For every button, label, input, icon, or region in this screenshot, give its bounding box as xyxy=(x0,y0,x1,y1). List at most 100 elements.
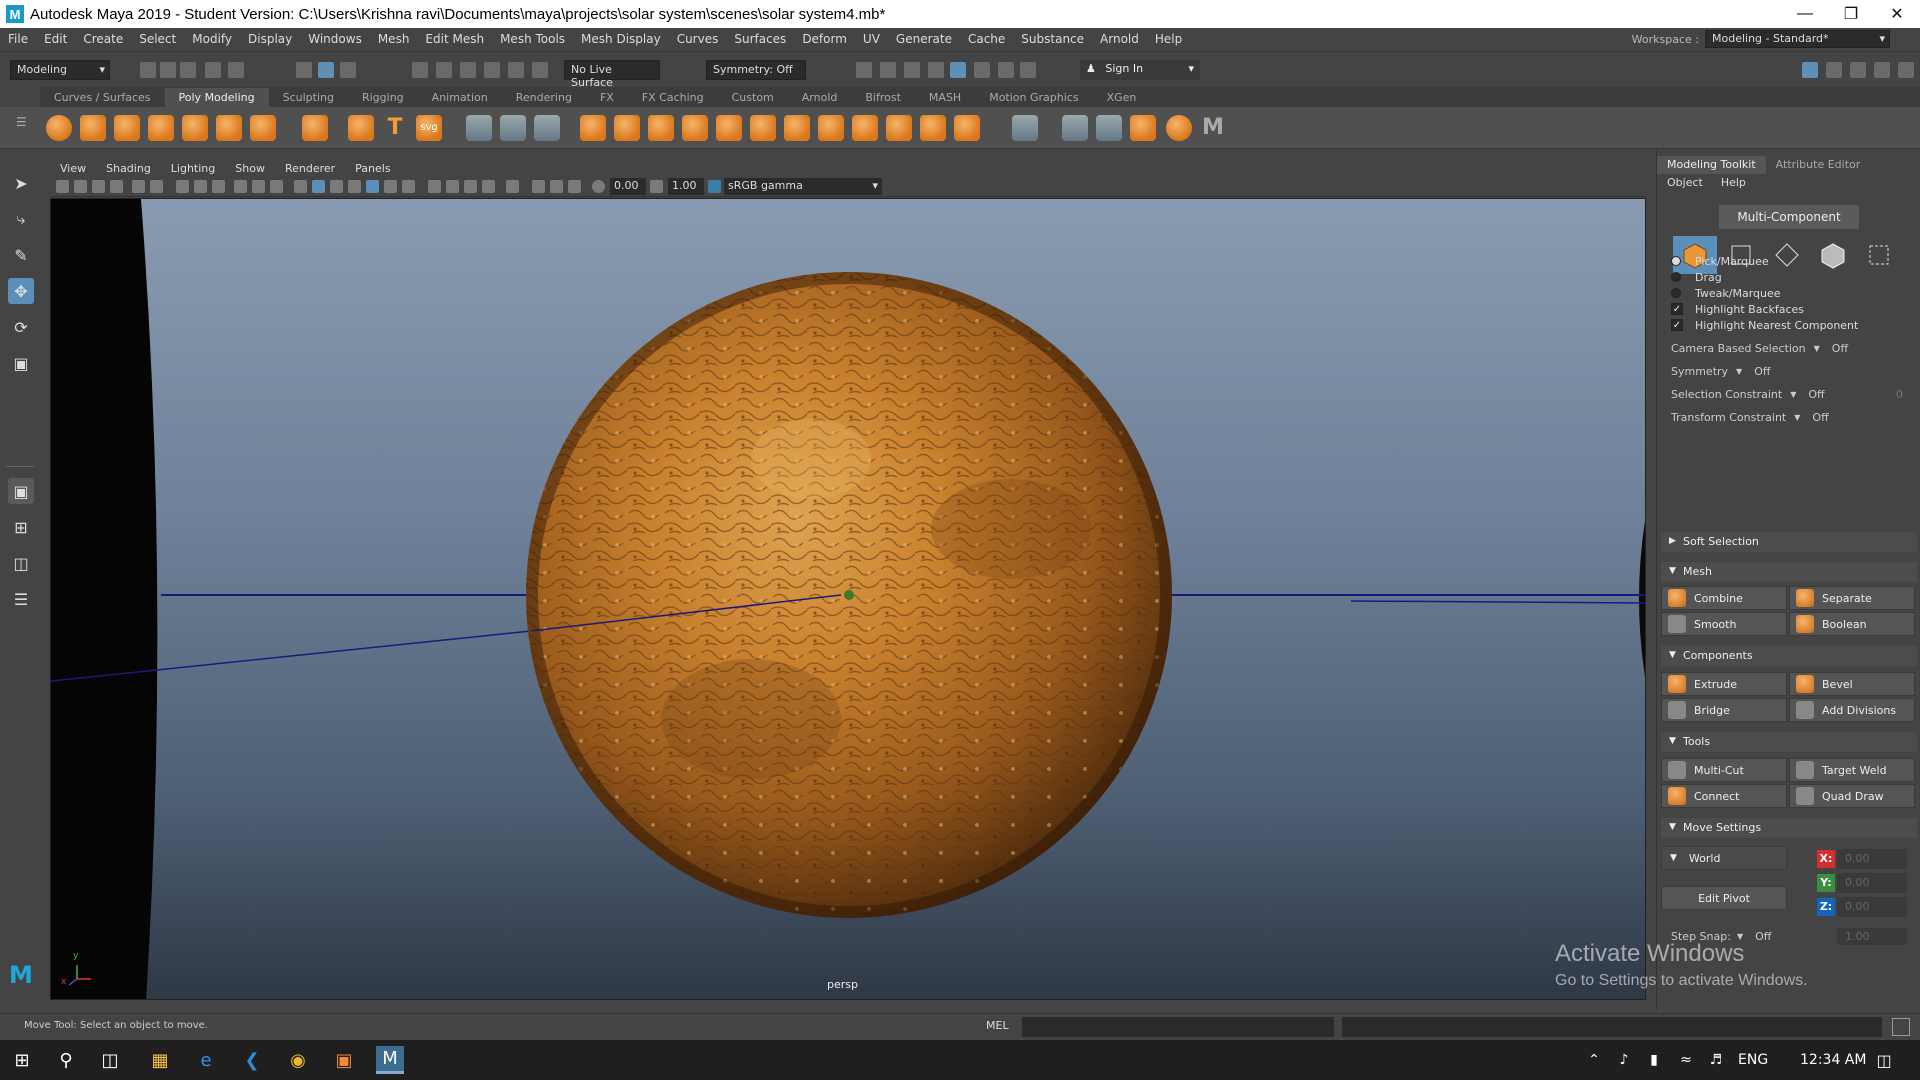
menu-uv[interactable]: UV xyxy=(855,32,888,46)
clock[interactable]: 12:34 AM xyxy=(1800,1052,1866,1068)
menu-curves[interactable]: Curves xyxy=(669,32,727,46)
shelf-tab-rigging[interactable]: Rigging xyxy=(348,88,418,107)
option-highlight-nearest-component[interactable]: ✓ Highlight Nearest Component xyxy=(1671,316,1858,334)
resolution-gate-icon[interactable] xyxy=(212,180,225,193)
modeling-toolkit-toggle-icon[interactable] xyxy=(1802,62,1818,78)
maya-m-icon[interactable]: M xyxy=(1200,115,1226,141)
vscode-icon[interactable]: ❮ xyxy=(238,1046,266,1074)
viewport-menu-shading[interactable]: Shading xyxy=(96,162,161,175)
ipr-render-icon[interactable] xyxy=(880,62,896,78)
move-pivot-icon[interactable] xyxy=(466,115,492,141)
sphere-material-icon[interactable] xyxy=(1166,115,1192,141)
render-settings-icon[interactable] xyxy=(904,62,920,78)
move-settings-section[interactable]: ▼ Move Settings xyxy=(1661,818,1917,838)
quadrangulate-icon[interactable] xyxy=(954,115,980,141)
save-scene-icon[interactable] xyxy=(180,62,196,78)
reduce-icon[interactable] xyxy=(886,115,912,141)
safe-action-icon[interactable] xyxy=(270,180,283,193)
prop-extra-value[interactable]: 0 xyxy=(1896,388,1903,401)
single-perspective-layout-icon[interactable]: ▣ xyxy=(8,478,34,504)
xray-icon[interactable] xyxy=(532,180,545,193)
pause-icon[interactable] xyxy=(1020,62,1036,78)
depth-of-field-icon[interactable] xyxy=(482,180,495,193)
y-value-field[interactable]: 0.00 xyxy=(1837,873,1907,893)
combine-button[interactable]: Combine xyxy=(1661,586,1787,610)
shelf-tab-poly-modeling[interactable]: Poly Modeling xyxy=(164,88,269,107)
image-plane-icon[interactable] xyxy=(110,180,123,193)
tool-settings-toggle-icon[interactable] xyxy=(1850,62,1866,78)
file-explorer-icon[interactable]: ▦ xyxy=(146,1046,174,1074)
symmetry-dropdown[interactable]: Symmetry: Off xyxy=(706,60,806,80)
menu-surfaces[interactable]: Surfaces xyxy=(726,32,794,46)
ambient-occlusion-icon[interactable] xyxy=(428,180,441,193)
menu-edit[interactable]: Edit xyxy=(36,32,75,46)
uv-editor-icon[interactable] xyxy=(1130,115,1156,141)
shelf-tab-curves-surfaces[interactable]: Curves / Surfaces xyxy=(40,88,165,107)
menu-object[interactable]: Object xyxy=(1667,176,1703,189)
shelf-tab-motion-graphics[interactable]: Motion Graphics xyxy=(975,88,1092,107)
chrome-icon[interactable]: ◉ xyxy=(284,1046,312,1074)
auto-uv-icon[interactable] xyxy=(1096,115,1122,141)
four-view-layout-icon[interactable]: ⊞ xyxy=(8,514,34,540)
menu-select[interactable]: Select xyxy=(131,32,184,46)
quad-draw-button[interactable]: Quad Draw xyxy=(1789,784,1915,808)
tools-section[interactable]: ▼ Tools xyxy=(1661,732,1917,752)
menu-generate[interactable]: Generate xyxy=(888,32,960,46)
maya-taskbar-icon[interactable]: M xyxy=(376,1046,404,1074)
shelf-tab-xgen[interactable]: XGen xyxy=(1093,88,1151,107)
face-mode-icon[interactable] xyxy=(1811,236,1855,274)
boolean-button[interactable]: Boolean xyxy=(1789,612,1915,636)
windows-start-icon[interactable]: ⊞ xyxy=(8,1046,36,1074)
tab-modeling-toolkit[interactable]: Modeling Toolkit xyxy=(1657,156,1766,174)
poly-plane-icon[interactable] xyxy=(216,115,242,141)
smooth-button[interactable]: Smooth xyxy=(1661,612,1787,636)
shelf-tab-arnold[interactable]: Arnold xyxy=(788,88,852,107)
viewport-menu-renderer[interactable]: Renderer xyxy=(275,162,345,175)
view-transform-dropdown[interactable]: sRGB gamma ▾ xyxy=(724,178,882,195)
select-tool-icon[interactable]: ➤ xyxy=(8,170,34,196)
lasso-tool-icon[interactable]: ⤷ xyxy=(8,206,34,232)
camera-attributes-icon[interactable] xyxy=(74,180,87,193)
field-chart-icon[interactable] xyxy=(252,180,265,193)
persp-outliner-layout-icon[interactable]: ◫ xyxy=(8,550,34,576)
poly-sphere-icon[interactable] xyxy=(46,115,72,141)
gamma-field[interactable]: 1.00 xyxy=(668,178,704,195)
film-gate-icon[interactable] xyxy=(194,180,207,193)
shelf-tab-mash[interactable]: MASH xyxy=(915,88,975,107)
render-view-icon[interactable] xyxy=(950,62,966,78)
bookmarks-icon[interactable] xyxy=(92,180,105,193)
smooth-shade-icon[interactable] xyxy=(312,180,325,193)
edge-mode-icon[interactable] xyxy=(1765,236,1809,274)
layer-editor-toggle-icon[interactable] xyxy=(1898,62,1914,78)
snap-rotate-icon[interactable] xyxy=(532,62,548,78)
separate-button[interactable]: Separate xyxy=(1789,586,1915,610)
menu-substance[interactable]: Substance xyxy=(1013,32,1092,46)
new-scene-icon[interactable] xyxy=(140,62,156,78)
wireframe-icon[interactable] xyxy=(294,180,307,193)
checkbox[interactable]: ✓ xyxy=(1671,303,1683,315)
grid-toggle-icon[interactable] xyxy=(176,180,189,193)
boolean-icon[interactable] xyxy=(818,115,844,141)
menu-help[interactable]: Help xyxy=(1721,176,1746,189)
attribute-editor-toggle-icon[interactable] xyxy=(1826,62,1842,78)
task-view-icon[interactable]: ◫ xyxy=(96,1046,124,1074)
snap-view-icon[interactable] xyxy=(484,62,500,78)
shelf-tab-custom[interactable]: Custom xyxy=(718,88,788,107)
isolate-select-icon[interactable] xyxy=(506,180,519,193)
shadows-icon[interactable] xyxy=(402,180,415,193)
multi-cut-button[interactable]: Multi-Cut xyxy=(1661,758,1787,782)
menu-file[interactable]: File xyxy=(0,32,36,46)
two-d-pan-icon[interactable] xyxy=(132,180,145,193)
menu-mesh-display[interactable]: Mesh Display xyxy=(573,32,669,46)
command-input[interactable] xyxy=(1022,1017,1334,1037)
menu-create[interactable]: Create xyxy=(75,32,131,46)
target-weld-button[interactable]: Target Weld xyxy=(1789,758,1915,782)
menu-windows[interactable]: Windows xyxy=(300,32,370,46)
soft-selection-section[interactable]: ▶ Soft Selection xyxy=(1661,532,1917,552)
mirror-icon[interactable] xyxy=(580,115,606,141)
components-section[interactable]: ▼ Components xyxy=(1661,646,1917,666)
triangulate-icon[interactable] xyxy=(920,115,946,141)
close-icon[interactable]: ✕ xyxy=(1874,0,1920,28)
volume-icon[interactable]: ♬ xyxy=(1702,1046,1730,1074)
platonic-solid-icon[interactable] xyxy=(302,115,328,141)
